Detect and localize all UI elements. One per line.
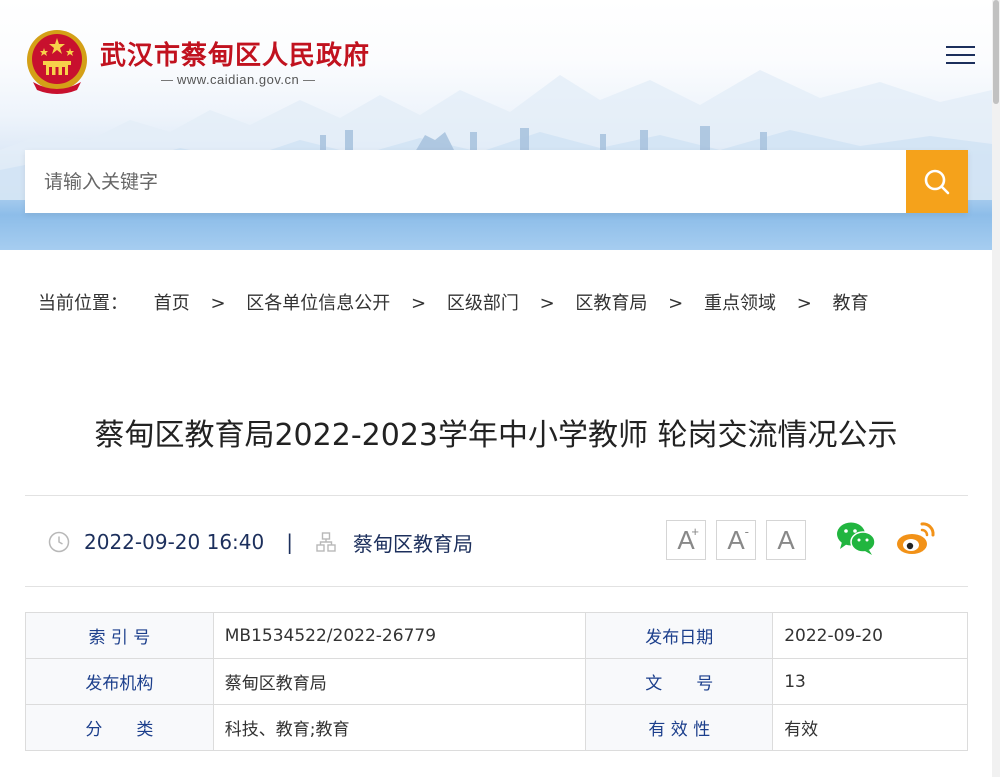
font-reset-button[interactable]: A <box>766 520 806 560</box>
scrollbar-thumb[interactable] <box>993 0 999 104</box>
organization-icon <box>316 532 336 552</box>
font-increase-button[interactable]: A + <box>666 520 706 560</box>
weibo-icon[interactable] <box>895 520 937 556</box>
breadcrumb-district-units[interactable]: 区各单位信息公开 <box>246 293 390 314</box>
page-scrollbar[interactable] <box>992 0 1000 777</box>
breadcrumb-separator: > <box>411 293 427 314</box>
validity-label: 有 效 性 <box>585 704 774 751</box>
breadcrumb-separator: > <box>668 293 684 314</box>
divider <box>25 586 968 587</box>
document-info-table: 索 引 号 MB1534522/2022-26779 发布日期 2022-09-… <box>25 612 968 751</box>
meta-separator: | <box>286 530 293 554</box>
breadcrumb-district-departments[interactable]: 区级部门 <box>447 293 519 314</box>
document-number-label: 文 号 <box>585 658 774 705</box>
table-row: 索 引 号 MB1534522/2022-26779 发布日期 2022-09-… <box>25 612 968 659</box>
breadcrumb-key-areas[interactable]: 重点领域 <box>704 293 776 314</box>
publish-date: 2022-09-20 16:40 <box>84 530 265 554</box>
font-size-controls: A + A- A <box>666 520 816 560</box>
search-input[interactable] <box>25 150 906 213</box>
breadcrumb-separator: > <box>210 293 226 314</box>
article-source: 蔡甸区教育局 <box>352 531 473 556</box>
font-decrease-button[interactable]: A- <box>716 520 756 560</box>
article-title: 蔡甸区教育局2022-2023学年中小学教师 轮岗交流情况公示 <box>94 418 898 453</box>
publish-date-label: 发布日期 <box>585 612 774 659</box>
breadcrumb-home[interactable]: 首页 <box>154 293 190 314</box>
category-value: 科技、教育;教育 <box>212 704 587 751</box>
index-number-value: MB1534522/2022-26779 <box>212 612 587 659</box>
search-icon <box>924 169 950 194</box>
validity-value: 有效 <box>772 704 968 751</box>
table-row: 发布机构 蔡甸区教育局 文 号 13 <box>25 658 968 705</box>
national-emblem-logo <box>27 30 87 94</box>
article-meta: 2022-09-20 16:40 | 蔡甸区教育局 <box>48 525 473 559</box>
breadcrumb-separator: > <box>539 293 555 314</box>
breadcrumb-prefix: 当前位置： <box>38 293 128 314</box>
publisher-label: 发布机构 <box>25 658 214 705</box>
site-title[interactable]: 武汉市蔡甸区人民政府 <box>100 35 370 72</box>
search-bar <box>25 150 968 213</box>
index-number-label: 索 引 号 <box>25 612 214 659</box>
wechat-icon[interactable] <box>836 520 876 556</box>
publisher-value: 蔡甸区教育局 <box>212 658 587 705</box>
search-button[interactable] <box>906 150 968 213</box>
hamburger-menu-icon[interactable] <box>946 46 976 68</box>
site-url: www.caidian.gov.cn <box>157 72 319 87</box>
breadcrumb-education[interactable]: 教育 <box>833 293 869 314</box>
breadcrumb-education-bureau[interactable]: 区教育局 <box>575 293 647 314</box>
category-label: 分 类 <box>25 704 214 751</box>
breadcrumb: 当前位置： 首页 > 区各单位信息公开 > 区级部门 > 区教育局 > 重点领域… <box>38 289 869 315</box>
divider <box>25 495 968 496</box>
publish-date-value: 2022-09-20 <box>772 612 968 659</box>
clock-icon <box>48 531 70 553</box>
breadcrumb-separator: > <box>796 293 812 314</box>
table-row: 分 类 科技、教育;教育 有 效 性 有效 <box>25 704 968 751</box>
site-header: 武汉市蔡甸区人民政府 www.caidian.gov.cn <box>0 0 992 250</box>
document-number-value: 13 <box>772 658 968 705</box>
